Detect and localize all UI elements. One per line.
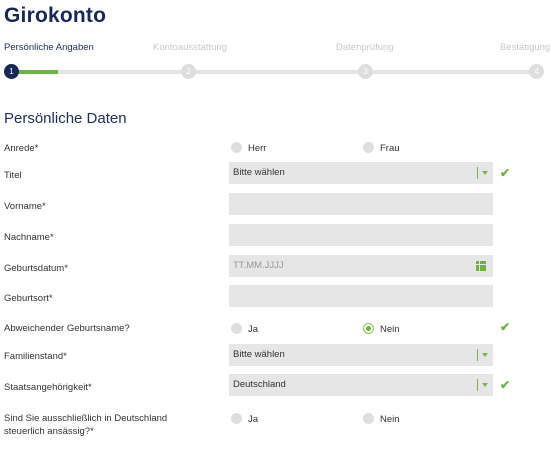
staatsangehoerigkeit-check-icon: ✔ (500, 378, 511, 392)
step-label-account: Kontoausstattung (153, 42, 227, 53)
step-circle-4: 4 (529, 64, 544, 79)
steuerlich-ja-radio[interactable] (231, 413, 242, 424)
select-separator (477, 167, 478, 179)
page-title: Girokonto (4, 4, 107, 27)
step-circle-2: 2 (181, 64, 196, 79)
steuerlich-ja-label[interactable]: Ja (248, 414, 258, 425)
vorname-label: Vorname* (4, 201, 46, 212)
anrede-frau-radio[interactable] (363, 142, 374, 153)
anrede-herr-label[interactable]: Herr (248, 143, 266, 154)
staatsangehoerigkeit-select[interactable]: Deutschland (229, 374, 493, 396)
titel-check-icon: ✔ (500, 166, 511, 180)
titel-select-value: Bitte wählen (233, 167, 285, 178)
nachname-label: Nachname* (4, 232, 54, 243)
step-circle-1: 1 (4, 64, 19, 79)
geburtsdatum-label: Geburtsdatum* (4, 263, 68, 274)
vorname-input[interactable] (229, 193, 493, 215)
step-circle-3: 3 (358, 64, 373, 79)
titel-select[interactable]: Bitte wählen (229, 162, 493, 184)
step-label-review: Datenprüfung (336, 42, 394, 53)
chevron-down-icon (482, 353, 488, 357)
calendar-icon[interactable] (476, 261, 486, 271)
familienstand-select-value: Bitte wählen (233, 349, 285, 360)
geburtsname-ja-radio[interactable] (231, 323, 242, 334)
familienstand-select[interactable]: Bitte wählen (229, 344, 493, 366)
geburtsname-nein-label[interactable]: Nein (380, 324, 400, 335)
familienstand-label: Familienstand* (4, 351, 67, 362)
staatsangehoerigkeit-label: Staatsangehörigkeit* (4, 382, 92, 393)
step-label-personal: Persönliche Angaben (4, 42, 94, 53)
anrede-label: Anrede* (4, 143, 39, 154)
titel-label: Titel (4, 170, 22, 181)
steuerlich-label: Sind Sie ausschließlich in Deutschland s… (4, 413, 168, 437)
anrede-herr-radio[interactable] (231, 142, 242, 153)
geburtsdatum-input[interactable]: TT.MM.JJJJ (229, 255, 493, 277)
geburtsname-nein-radio[interactable] (363, 323, 374, 334)
steuerlich-nein-label[interactable]: Nein (380, 414, 400, 425)
step-label-confirmation: Bestätigung (500, 42, 550, 53)
select-separator (477, 349, 478, 361)
staatsangehoerigkeit-select-value: Deutschland (233, 379, 286, 390)
section-title: Persönliche Daten (4, 110, 127, 127)
select-separator (477, 379, 478, 391)
geburtsname-check-icon: ✔ (500, 320, 511, 334)
geburtsname-label: Abweichender Geburtsname? (4, 323, 130, 334)
geburtsdatum-placeholder: TT.MM.JJJJ (233, 260, 284, 271)
geburtsname-ja-label[interactable]: Ja (248, 324, 258, 335)
nachname-input[interactable] (229, 224, 493, 246)
geburtsort-input[interactable] (229, 285, 493, 307)
steuerlich-nein-radio[interactable] (363, 413, 374, 424)
geburtsort-label: Geburtsort* (4, 293, 53, 304)
chevron-down-icon (482, 171, 488, 175)
progress-track (12, 70, 536, 74)
anrede-frau-label[interactable]: Frau (380, 143, 400, 154)
chevron-down-icon (482, 383, 488, 387)
